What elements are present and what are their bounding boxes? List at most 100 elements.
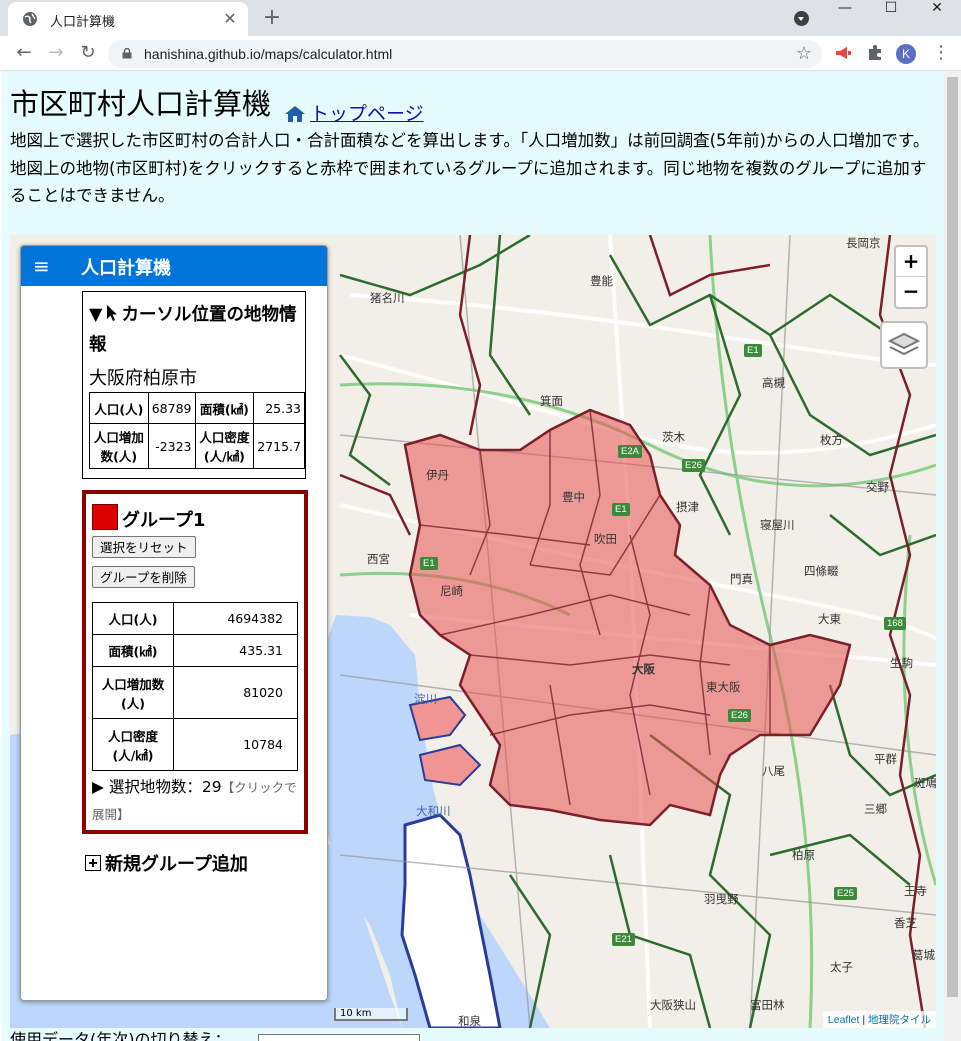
expressway-label: E25 bbox=[834, 887, 857, 900]
map-label: 長岡京 bbox=[846, 236, 881, 250]
back-arrow-icon[interactable]: ← bbox=[12, 41, 36, 65]
new-tab-button[interactable]: + bbox=[260, 5, 284, 30]
cursor-info-table: 人口(人) 68789 面積(㎢) 25.33 人口増加数(人) -2323 人… bbox=[89, 392, 305, 469]
group-stats-table: 人口(人) 4694382 面積(㎢) 435.31 人口増加数(人) 81020 人… bbox=[92, 602, 298, 771]
map-label: 四條畷 bbox=[804, 564, 839, 578]
page-scrollbar[interactable] bbox=[944, 71, 961, 1041]
panel-title: 人口計算機 bbox=[81, 258, 171, 279]
map-label: 葛城 bbox=[912, 948, 935, 962]
map-label: 寝屋川 bbox=[760, 518, 795, 532]
disclosure-open-icon: ▼ bbox=[89, 305, 103, 325]
layers-icon bbox=[887, 332, 921, 356]
calculator-panel: ≡ 人口計算機 ▼ カーソル位置の地物情報 大阪府柏原市 人口(人) 68789 … bbox=[20, 245, 328, 1001]
selected-count-toggle[interactable]: ▶ 選択地物数：29【クリックで展開】 bbox=[92, 774, 300, 828]
map-label: 大阪狭山 bbox=[650, 998, 696, 1012]
map-label: 西宮 bbox=[367, 552, 390, 566]
tab-close-icon[interactable]: ✕ bbox=[220, 9, 240, 28]
maximize-button[interactable]: ☐ bbox=[868, 0, 914, 20]
group-pop-label: 人口(人) bbox=[92, 602, 174, 635]
expressway-label: E1 bbox=[420, 557, 438, 570]
reset-selection-button[interactable]: 選択をリセット bbox=[92, 536, 196, 558]
expressway-label: E1 bbox=[612, 503, 630, 516]
map-label: 摂津 bbox=[676, 500, 699, 514]
map[interactable]: 豊能 長岡京 猪名川 箕面 高槻 枚方 茨木 伊丹 豊中 吹田 摂津 寝屋川 交… bbox=[10, 235, 936, 1028]
year-select[interactable] bbox=[258, 1034, 420, 1041]
menu-kebab-icon[interactable]: ⋮ bbox=[932, 42, 950, 63]
attrib-separator: | bbox=[859, 1014, 868, 1026]
map-label: 和泉 bbox=[458, 1014, 481, 1028]
map-label: 柏原 bbox=[792, 848, 815, 862]
layers-button[interactable] bbox=[880, 321, 928, 369]
description-line-2: 地図上の地物(市区町村)をクリックすると赤枠で囲まれているグループに追加されます… bbox=[10, 158, 927, 206]
expressway-label: E26 bbox=[682, 459, 705, 472]
map-label: 交野 bbox=[866, 480, 889, 494]
megaphone-extension-icon[interactable] bbox=[834, 44, 852, 62]
group-dens-label: 人口密度(人/㎢) bbox=[92, 718, 174, 771]
page-title: 市区町村人口計算機 bbox=[10, 87, 272, 121]
expressway-label: E26 bbox=[728, 709, 751, 722]
group-color-swatch[interactable] bbox=[92, 504, 118, 530]
forward-arrow-icon[interactable]: → bbox=[44, 41, 68, 65]
expressway-label: E2A bbox=[618, 445, 642, 458]
map-label: 茨木 bbox=[662, 430, 685, 444]
info-pop-value: 68789 bbox=[147, 392, 196, 424]
map-label: 平群 bbox=[874, 752, 897, 766]
zoom-in-button[interactable]: + bbox=[896, 247, 926, 277]
info-inc-label: 人口増加数(人) bbox=[89, 423, 149, 469]
panel-header: ≡ 人口計算機 bbox=[21, 246, 327, 286]
tab-search-icon[interactable] bbox=[794, 11, 809, 26]
map-label: 王寺 bbox=[904, 884, 927, 898]
info-pop-label: 人口(人) bbox=[89, 392, 149, 424]
menu-icon[interactable]: ≡ bbox=[33, 254, 50, 278]
map-label: 豊中 bbox=[562, 490, 585, 504]
bookmark-star-icon[interactable]: ☆ bbox=[796, 43, 812, 64]
scrollbar-thumb[interactable] bbox=[947, 77, 958, 997]
home-icon[interactable] bbox=[284, 105, 306, 123]
group-inc-value: 81020 bbox=[173, 666, 298, 719]
gsi-tiles-link[interactable]: 地理院タイル bbox=[868, 1014, 931, 1026]
browser-tab[interactable]: 人口計算機 ✕ bbox=[8, 2, 248, 36]
cursor-info-heading[interactable]: ▼ カーソル位置の地物情報 bbox=[89, 300, 299, 360]
url-text: hanishina.github.io/maps/calculator.html bbox=[144, 46, 393, 62]
map-label: 羽曳野 bbox=[704, 892, 739, 906]
globe-icon bbox=[23, 12, 37, 26]
cursor-info-title: カーソル位置の地物情報 bbox=[89, 305, 297, 355]
map-label: 香芝 bbox=[894, 916, 917, 930]
group-area-label: 面積(㎢) bbox=[92, 634, 174, 667]
puzzle-extension-icon[interactable] bbox=[866, 44, 884, 62]
leaflet-link[interactable]: Leaflet bbox=[828, 1014, 860, 1026]
map-label: 枚方 bbox=[820, 433, 843, 447]
group-inc-label: 人口増加数(人) bbox=[92, 666, 174, 719]
page-content: 市区町村人口計算機 トップページ 地図上で選択した市区町村の合計人口・合計面積な… bbox=[2, 71, 944, 1041]
map-label: 三郷 bbox=[864, 802, 887, 816]
info-dens-value: 2715.7 bbox=[253, 423, 305, 469]
description-line-1: 地図上で選択した市区町村の合計人口・合計面積などを算出します。「人口増加数」は前… bbox=[10, 131, 930, 150]
delete-group-button[interactable]: グループを削除 bbox=[92, 566, 195, 588]
reload-icon[interactable]: ↻ bbox=[76, 41, 100, 65]
map-label: 淀川 bbox=[414, 692, 437, 706]
map-label: 豊能 bbox=[590, 274, 613, 288]
top-page-link[interactable]: トップページ bbox=[310, 99, 424, 126]
map-label: 伊丹 bbox=[426, 468, 449, 482]
map-label: 門真 bbox=[730, 572, 753, 586]
zoom-out-button[interactable]: − bbox=[896, 277, 926, 306]
selected-count: 選択地物数：29 bbox=[108, 778, 222, 796]
map-attribution: Leaflet | 地理院タイル bbox=[822, 1011, 936, 1028]
browser-toolbar: ← → ↻ hanishina.github.io/maps/calculato… bbox=[0, 36, 961, 71]
map-label: 生駒 bbox=[890, 656, 913, 670]
map-label: 富田林 bbox=[750, 998, 785, 1012]
map-label: 斑鳩 bbox=[914, 776, 936, 790]
group-name: グループ1 bbox=[122, 510, 206, 531]
cursor-info-box: ▼ カーソル位置の地物情報 大阪府柏原市 人口(人) 68789 面積(㎢) 25… bbox=[82, 291, 306, 479]
minimize-button[interactable]: — bbox=[822, 0, 868, 20]
window-close-button[interactable]: ✕ bbox=[914, 0, 960, 20]
group-dens-value: 10784 bbox=[173, 718, 298, 771]
add-group-button[interactable]: 新規グループ追加 bbox=[85, 850, 248, 876]
address-bar[interactable]: hanishina.github.io/maps/calculator.html… bbox=[108, 40, 822, 68]
profile-avatar[interactable]: K bbox=[896, 44, 916, 64]
group-box: グループ1 選択をリセット グループを削除 人口(人) 4694382 面積(㎢)… bbox=[82, 490, 308, 834]
browser-tab-bar: 人口計算機 ✕ + — ☐ ✕ bbox=[0, 0, 961, 36]
map-label: 大東 bbox=[818, 612, 841, 626]
place-name: 大阪府柏原市 bbox=[89, 368, 197, 389]
group-pop-value: 4694382 bbox=[173, 602, 298, 635]
